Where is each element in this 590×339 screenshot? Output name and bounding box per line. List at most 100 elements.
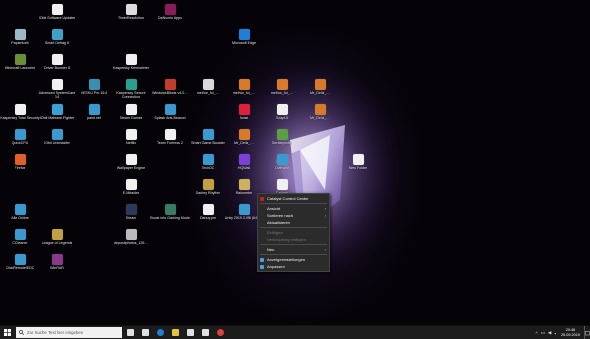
desktop-icon[interactable]: SoapUI <box>262 104 302 120</box>
desktop-icon[interactable]: Netflix <box>111 129 151 145</box>
desktop-icon-label: Mr_Deliz_… <box>310 91 330 95</box>
desktop-icon[interactable]: CCleaner <box>0 229 40 245</box>
desktop-icon[interactable]: New Folder <box>338 154 378 170</box>
desktop-icon[interactable]: IObit Uninstaller <box>37 129 77 145</box>
menu-item[interactable]: Neu › <box>258 246 329 253</box>
file-icon <box>125 179 137 190</box>
desktop-icon[interactable]: WinRAR <box>37 254 77 270</box>
taskbar-button[interactable] <box>154 326 167 339</box>
desktop-icon[interactable]: Alle Online <box>0 204 40 220</box>
desktop-icon[interactable]: melhor_foi_… <box>224 79 264 95</box>
desktop-icon[interactable]: E-Mitalder <box>111 179 151 195</box>
app-icon <box>51 229 63 240</box>
desktop-icon[interactable]: Microsoft Edge <box>224 29 264 45</box>
file-icon <box>51 54 63 65</box>
desktop-icon[interactable]: Advanced SystemCare 14 <box>37 79 77 99</box>
chevron-right-icon: › <box>324 206 326 211</box>
taskbar-button[interactable] <box>124 326 137 339</box>
desktop-icon[interactable]: TimerResolution <box>111 4 151 20</box>
edge-icon <box>157 329 164 336</box>
menu-item[interactable]: Anzeigeeinstellungen <box>258 256 329 263</box>
app-icon <box>202 179 214 190</box>
desktop-icon[interactable]: Boost into Gaming Mode <box>150 204 190 220</box>
desktop-icon-label: melhor_foi_… <box>232 91 256 95</box>
desktop-icon[interactable]: Smart Defrag 6 <box>37 29 77 45</box>
start-button[interactable] <box>0 326 14 339</box>
file-icon <box>125 54 137 65</box>
menu-item[interactable]: Aktualisieren <box>258 219 329 226</box>
menu-separator <box>260 244 327 245</box>
desktop-icon[interactable]: DeNumio Apps <box>150 4 190 20</box>
desktop-icon[interactable]: Minecraft Launcher <box>0 54 40 70</box>
taskbar-button[interactable] <box>184 326 197 339</box>
search-box[interactable]: Zur Suche Text hier eingeben <box>16 327 122 338</box>
language-icon[interactable]: ▪ <box>554 331 556 336</box>
desktop-icon[interactable]: Firefox <box>0 154 40 170</box>
menu-item[interactable]: Ansicht › <box>258 205 329 212</box>
menu-item-label: Catalyst Control Center <box>267 196 309 201</box>
desktop-icon[interactable]: melhor_foi_… <box>262 79 302 95</box>
desktop-icon[interactable]: HQWall <box>224 154 264 170</box>
desktop-icon[interactable]: Danuy.pm <box>188 204 228 220</box>
desktop-icon-label: DeNumio Apps <box>158 16 182 20</box>
desktop-icon[interactable]: Mr_Deliz_… <box>224 129 264 145</box>
desktop-icon-label: Mr_Deliz_… <box>234 141 254 145</box>
taskbar-button[interactable] <box>214 326 227 339</box>
clock[interactable]: 20:46 25.09.2019 <box>561 328 580 337</box>
taskbar-button[interactable] <box>169 326 182 339</box>
desktop-icon[interactable]: Steam Games <box>111 104 151 120</box>
desktop-icon[interactable]: Kaspersky Kennwörter <box>111 54 151 70</box>
network-icon[interactable]: ▭ <box>541 330 545 336</box>
desktop-icon[interactable]: Avast <box>224 104 264 120</box>
notification-button[interactable] <box>584 326 590 339</box>
desktop-icon[interactable]: Kaspersky Total Security <box>0 104 40 120</box>
desktop-icon-label: Firefox <box>14 166 26 170</box>
desktop-icon-label: Mr_Deliz_… <box>310 116 330 120</box>
menu-item[interactable]: Sortieren nach › <box>258 212 329 219</box>
taskbar-button[interactable] <box>139 326 152 339</box>
chevron-up-icon[interactable]: ^ <box>536 331 538 336</box>
menu-item-label: Ansicht <box>267 206 281 211</box>
file-icon <box>202 204 214 215</box>
chrome-icon <box>217 329 224 336</box>
desktop-icon[interactable]: Mr_Deliz_… <box>300 104 340 120</box>
desktop-icon[interactable]: paint.net <box>74 104 114 120</box>
desktop-icon[interactable]: QuickCPU <box>0 129 40 145</box>
desktop-icon[interactable]: Smart Game Booster <box>188 129 228 145</box>
menu-item-label: Neu <box>267 247 275 252</box>
desktop-icon[interactable]: Mr_Deliz_… <box>300 79 340 95</box>
desktop-icon[interactable]: Team Fortress 2 <box>150 129 190 145</box>
desktop-icon[interactable]: Geräteprofile <box>262 129 302 145</box>
desktop-icon[interactable]: TechDC <box>188 154 228 170</box>
clock-icon <box>125 4 137 15</box>
menu-item[interactable]: Catalyst Control Center <box>258 195 329 202</box>
app-icon <box>276 129 288 140</box>
desktop-icon-label: TechDC <box>201 166 215 170</box>
desktop-icon[interactable]: Overwolf <box>262 154 302 170</box>
desktop-icon[interactable]: ClickRemote/EDC <box>0 254 40 270</box>
menu-item-label: Anpassen <box>267 264 285 269</box>
desktop-icon[interactable]: depositphotos_126… <box>111 229 151 245</box>
desktop[interactable]: IObit Software Updater TimerResolution DeN… <box>0 0 590 325</box>
taskbar-button[interactable] <box>199 326 212 339</box>
desktop-icon-label: Driver Booster 8 <box>44 66 70 70</box>
desktop-icon[interactable]: VESKU Pro 16.6 <box>74 79 114 95</box>
desktop-icon[interactable]: IObit Malware Fighter <box>37 104 77 120</box>
edge-icon <box>238 29 250 40</box>
desktop-icon[interactable]: IObit Software Updater <box>37 4 77 20</box>
desktop-icon[interactable]: Steam <box>111 204 151 220</box>
desktop-icon[interactable]: League of Legends <box>37 229 77 245</box>
desktop-icon[interactable]: Papierkorb <box>0 29 40 45</box>
volume-icon[interactable]: ◀ <box>548 330 551 336</box>
menu-item-label: Einfügen <box>267 230 283 235</box>
desktop-icon-label: ClickRemote/EDC <box>5 266 35 270</box>
desktop-icon[interactable]: WindowsBlinds v4.0… <box>150 79 190 95</box>
desktop-icon[interactable]: Wallpaper Engine <box>111 154 151 170</box>
desktop-icon-label: Darkey Rhythm <box>195 191 221 195</box>
desktop-icon[interactable]: Driver Booster 8 <box>37 54 77 70</box>
desktop-icon[interactable]: Splash Anti-Beacon <box>150 104 190 120</box>
desktop-icon[interactable]: melhor_foi_… <box>188 79 228 95</box>
desktop-icon[interactable]: Darkey Rhythm <box>188 179 228 195</box>
menu-item[interactable]: Anpassen <box>258 263 329 270</box>
desktop-icon[interactable]: Kaspersky Secure Connection <box>111 79 151 99</box>
